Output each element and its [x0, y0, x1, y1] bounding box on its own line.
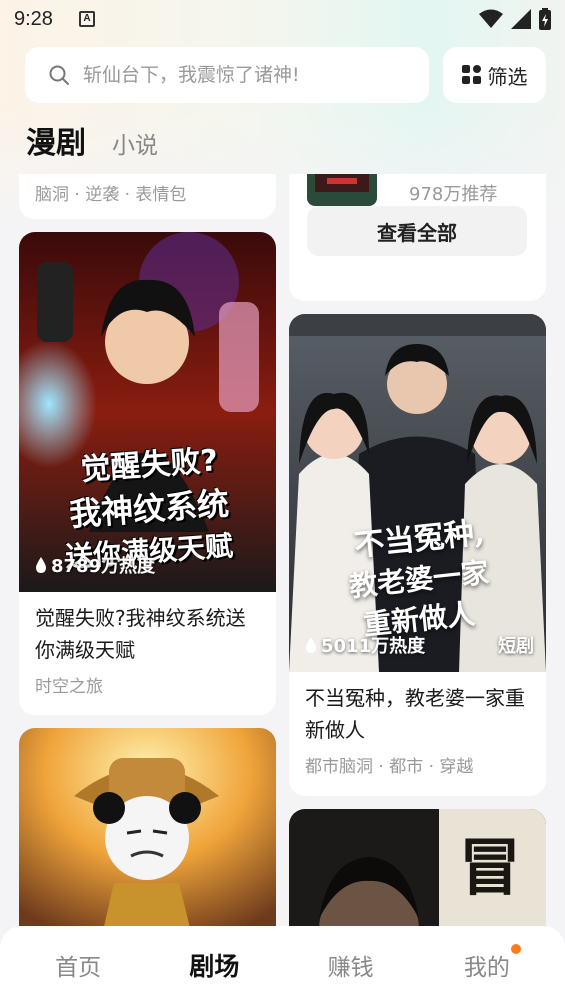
thumbnail-image: [307, 174, 377, 206]
nav-label: 赚钱: [327, 955, 374, 981]
category-badge: 短剧: [498, 636, 534, 657]
filter-label: 筛选: [487, 64, 528, 89]
cover-image: [19, 728, 276, 926]
card-cover: 觉醒失败? 我神纹系统 送你满级天赋 8789万热度: [19, 232, 276, 592]
nav-profile[interactable]: 我的: [437, 944, 537, 982]
category-tabs: 漫剧 小说: [26, 118, 158, 162]
feed-card[interactable]: 脑洞 · 逆袭 · 表情包: [19, 174, 276, 219]
heat-count: 5011万热度: [321, 636, 426, 657]
content-feed[interactable]: 脑洞 · 逆袭 · 表情包 觉醒失败? 我神纹系统 送你满级天赋 8789万热度…: [0, 174, 565, 926]
tab-novel[interactable]: 小说: [112, 126, 158, 162]
notification-dot: [510, 944, 521, 954]
grid-filter-icon: [461, 65, 481, 84]
nav-home[interactable]: 首页: [28, 948, 128, 982]
tab-manju[interactable]: 漫剧: [26, 118, 86, 162]
feed-card[interactable]: 978万推荐 查看全部: [289, 174, 546, 301]
card-cover: 不当冤种, 教老婆一家 重新做人 5011万热度 短剧: [289, 314, 546, 672]
feed-card[interactable]: 觉醒失败? 我神纹系统 送你满级天赋 8789万热度 觉醒失败?我神纹系统送你满…: [19, 232, 276, 715]
wifi-icon: [479, 9, 503, 28]
nav-label: 我的: [463, 955, 510, 981]
feed-card[interactable]: [19, 728, 276, 926]
card-title: 觉醒失败?我神纹系统送你满级天赋: [35, 606, 246, 662]
flame-icon: [36, 557, 46, 573]
nav-label: 首页: [55, 955, 102, 981]
recommend-count: 978万推荐: [409, 184, 498, 205]
feed-card[interactable]: 冒: [289, 809, 546, 926]
card-title: 不当冤种，教老婆一家重新做人: [305, 686, 525, 742]
battery-icon: [539, 8, 551, 30]
a-icon: A: [78, 11, 95, 27]
flame-icon: [306, 637, 316, 653]
view-all-button[interactable]: 查看全部: [307, 206, 527, 256]
card-cover: 冒: [289, 809, 546, 926]
nav-earn[interactable]: 赚钱: [301, 948, 401, 982]
search-input[interactable]: [83, 64, 383, 86]
card-tags: 脑洞 · 逆袭 · 表情包: [35, 185, 187, 205]
card-cover: [19, 728, 276, 926]
heat-count: 8789万热度: [51, 556, 156, 577]
card-tags: 都市脑洞 · 都市 · 穿越: [305, 757, 474, 777]
nav-theater[interactable]: 剧场: [164, 947, 264, 983]
search-box[interactable]: [25, 47, 429, 103]
status-time: 9:28: [14, 7, 53, 30]
nav-label: 剧场: [189, 952, 240, 981]
search-icon: [49, 65, 69, 85]
signal-icon: [511, 9, 531, 29]
filter-button[interactable]: 筛选: [443, 47, 546, 103]
status-bar: 9:28 A: [0, 0, 565, 38]
bottom-nav: 首页 剧场 赚钱 我的: [0, 926, 565, 1004]
feed-card[interactable]: 不当冤种, 教老婆一家 重新做人 5011万热度 短剧 不当冤种，教老婆一家重新…: [289, 314, 546, 796]
cover-text-line: 冒: [459, 831, 522, 904]
heat-badge: 8789万热度: [35, 552, 155, 578]
heat-badge: 5011万热度: [305, 632, 425, 658]
status-icons: [479, 8, 551, 30]
card-tags: 时空之旅: [35, 677, 103, 697]
